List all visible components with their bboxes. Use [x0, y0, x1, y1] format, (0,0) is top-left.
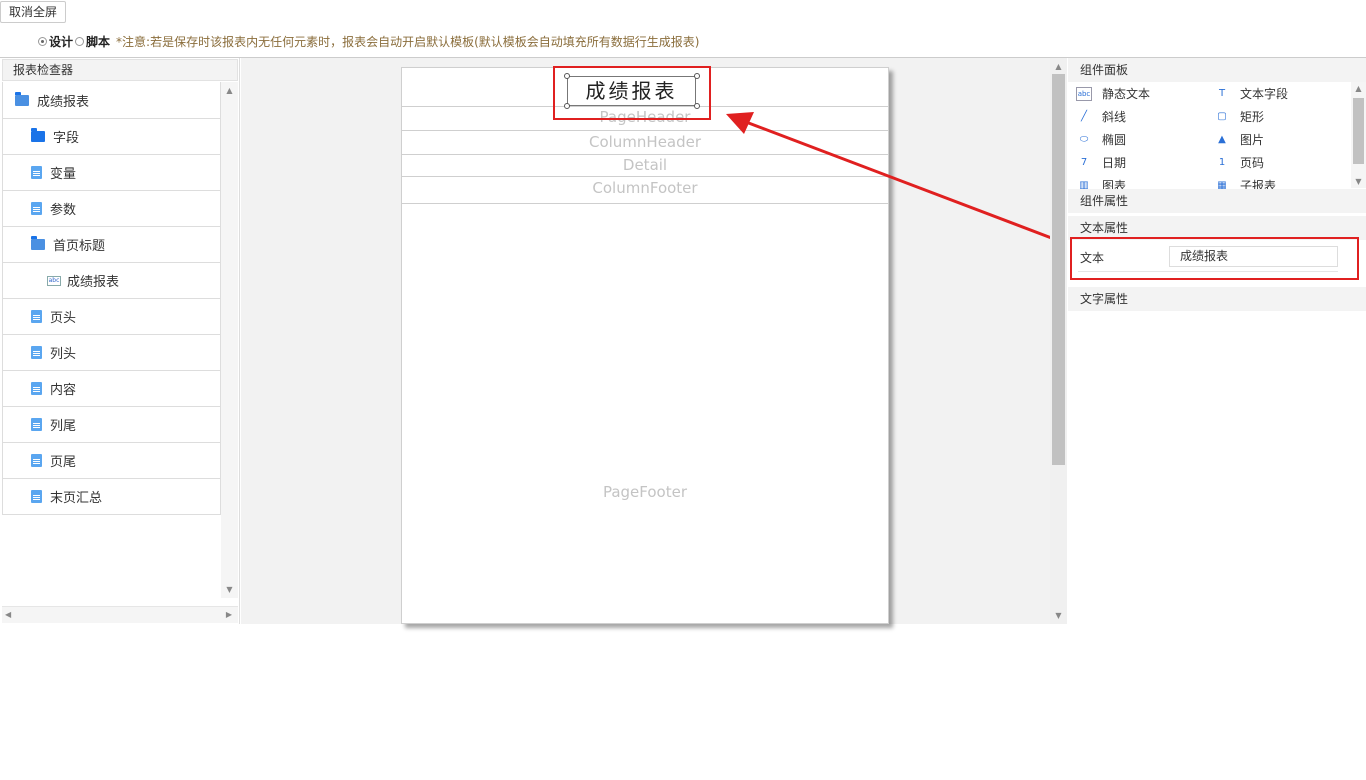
component-item[interactable]: ▲ 图片 — [1214, 131, 1264, 148]
inspector-item[interactable]: 成绩报表 — [3, 82, 220, 118]
template-note: *注意:若是保存时该报表内无任何元素时，报表会自动开启默认模板(默认模板会自动填… — [116, 34, 700, 49]
folder-open-icon — [31, 236, 45, 250]
component-item[interactable]: abc 静态文本 — [1076, 85, 1150, 102]
scroll-up-icon[interactable]: ▲ — [221, 86, 238, 95]
calendar-icon: 7 — [1080, 157, 1088, 168]
annotation-arrow — [726, 112, 1063, 244]
component-item[interactable]: T 文本字段 — [1214, 85, 1288, 102]
abc-text-icon: abc — [47, 275, 61, 286]
scroll-down-icon[interactable]: ▼ — [1351, 177, 1366, 186]
folder-icon — [31, 128, 45, 142]
scroll-down-icon[interactable]: ▼ — [221, 585, 238, 594]
inspector-title: 报表检查器 — [2, 59, 238, 81]
canvas-scroll-thumb[interactable] — [1052, 74, 1065, 465]
scroll-up-icon[interactable]: ▲ — [1050, 62, 1067, 71]
file-icon — [31, 166, 42, 179]
script-label[interactable]: 脚本 — [86, 33, 110, 50]
exit-fullscreen-button[interactable]: 取消全屏 — [0, 1, 66, 23]
component-item[interactable]: ▢ 矩形 — [1214, 108, 1264, 125]
band-label: Detail — [622, 156, 668, 174]
inspector-item[interactable]: 页尾 — [3, 442, 220, 478]
inspector-item[interactable]: 内容 — [3, 370, 220, 406]
inspector-item[interactable]: abc 成绩报表 — [3, 262, 220, 298]
component-item[interactable]: 1 页码 — [1214, 154, 1264, 171]
component-item[interactable]: ╱ 斜线 — [1076, 108, 1126, 125]
scroll-left-icon[interactable]: ◀ — [5, 610, 11, 619]
inspector-item-label: 列尾 — [50, 419, 77, 434]
component-label: 矩形 — [1240, 110, 1265, 124]
component-props-header[interactable]: 组件属性 — [1068, 189, 1366, 213]
component-label: 日期 — [1102, 156, 1127, 170]
page-footer-band[interactable]: PageFooter — [402, 204, 888, 624]
inspector-vertical-scrollbar[interactable]: ▲ ▼ — [221, 82, 238, 598]
image-icon: ▲ — [1218, 134, 1226, 145]
inspector-item-label: 内容 — [50, 383, 77, 398]
folder-open-icon — [15, 91, 29, 106]
inspector-item-label: 成绩报表 — [67, 275, 120, 290]
diagonal-line-icon: ╱ — [1080, 111, 1088, 122]
inspector-item[interactable]: 末页汇总 — [3, 478, 220, 514]
inspector-item-label: 页头 — [50, 311, 77, 326]
components-scroll-thumb[interactable] — [1353, 98, 1364, 164]
inspector-item-label: 首页标题 — [53, 239, 106, 254]
component-label: 椭圆 — [1102, 133, 1127, 147]
inspector-item-label: 页尾 — [50, 455, 77, 470]
arrow-line — [745, 120, 1063, 244]
highlight-box-property — [1070, 237, 1359, 280]
component-item[interactable]: 7 日期 — [1076, 154, 1126, 171]
component-label: 静态文本 — [1102, 87, 1151, 101]
band-label: ColumnFooter — [592, 179, 698, 197]
inspector-item-label: 成绩报表 — [37, 94, 90, 110]
scroll-up-icon[interactable]: ▲ — [1351, 84, 1366, 93]
inspector-item[interactable]: 字段 — [3, 118, 220, 154]
component-label: 页码 — [1240, 156, 1265, 170]
static-text-icon: abc — [1076, 86, 1092, 101]
scroll-right-icon[interactable]: ▶ — [226, 610, 232, 619]
mode-selector: 设计 脚本 *注意:若是保存时该报表内无任何元素时，报表会自动开启默认模板(默认… — [38, 32, 699, 50]
inspector-tree: 成绩报表 字段 变量 参数 首页标题 abc 成绩报表 页头 列头 内容 列尾 页尾 末页汇总 — [2, 82, 221, 515]
file-icon — [31, 346, 42, 359]
band-label: PageFooter — [602, 483, 688, 501]
page-number-icon: 1 — [1218, 157, 1226, 168]
file-icon — [31, 202, 42, 215]
inspector-item[interactable]: 变量 — [3, 154, 220, 190]
rectangle-icon: ▢ — [1217, 111, 1227, 122]
script-radio[interactable] — [75, 36, 85, 46]
component-label: 斜线 — [1102, 110, 1127, 124]
inspector-item-label: 末页汇总 — [50, 491, 103, 506]
scroll-down-icon[interactable]: ▼ — [1050, 611, 1067, 620]
ellipse-icon: ⬭ — [1079, 134, 1089, 145]
band-label: ColumnHeader — [588, 133, 702, 151]
inspector-item[interactable]: 列尾 — [3, 406, 220, 442]
component-label: 文本字段 — [1240, 87, 1289, 101]
file-icon — [31, 382, 42, 395]
component-item[interactable]: ⬭ 椭圆 — [1076, 131, 1126, 148]
file-icon — [31, 454, 42, 467]
design-radio[interactable] — [38, 36, 47, 46]
inspector-item[interactable]: 页头 — [3, 298, 220, 334]
inspector-item[interactable]: 列头 — [3, 334, 220, 370]
text-field-icon: T — [1218, 88, 1226, 99]
inspector-item-label: 变量 — [50, 167, 77, 182]
file-icon — [31, 490, 42, 503]
components-panel-title: 组件面板 — [1068, 58, 1366, 82]
file-icon — [31, 418, 42, 431]
highlight-box-title — [553, 66, 711, 120]
component-label: 图片 — [1240, 133, 1265, 147]
inspector-item-label: 参数 — [50, 203, 77, 218]
font-props-header[interactable]: 文字属性 — [1068, 287, 1366, 311]
inspector-item[interactable]: 首页标题 — [3, 226, 220, 262]
inspector-item-label: 字段 — [53, 131, 80, 146]
inspector-item[interactable]: 参数 — [3, 190, 220, 226]
file-icon — [31, 310, 42, 323]
inspector-horizontal-scrollbar[interactable]: ◀ ▶ — [2, 606, 238, 623]
inspector-item-label: 列头 — [50, 347, 77, 362]
design-label[interactable]: 设计 — [49, 33, 73, 50]
